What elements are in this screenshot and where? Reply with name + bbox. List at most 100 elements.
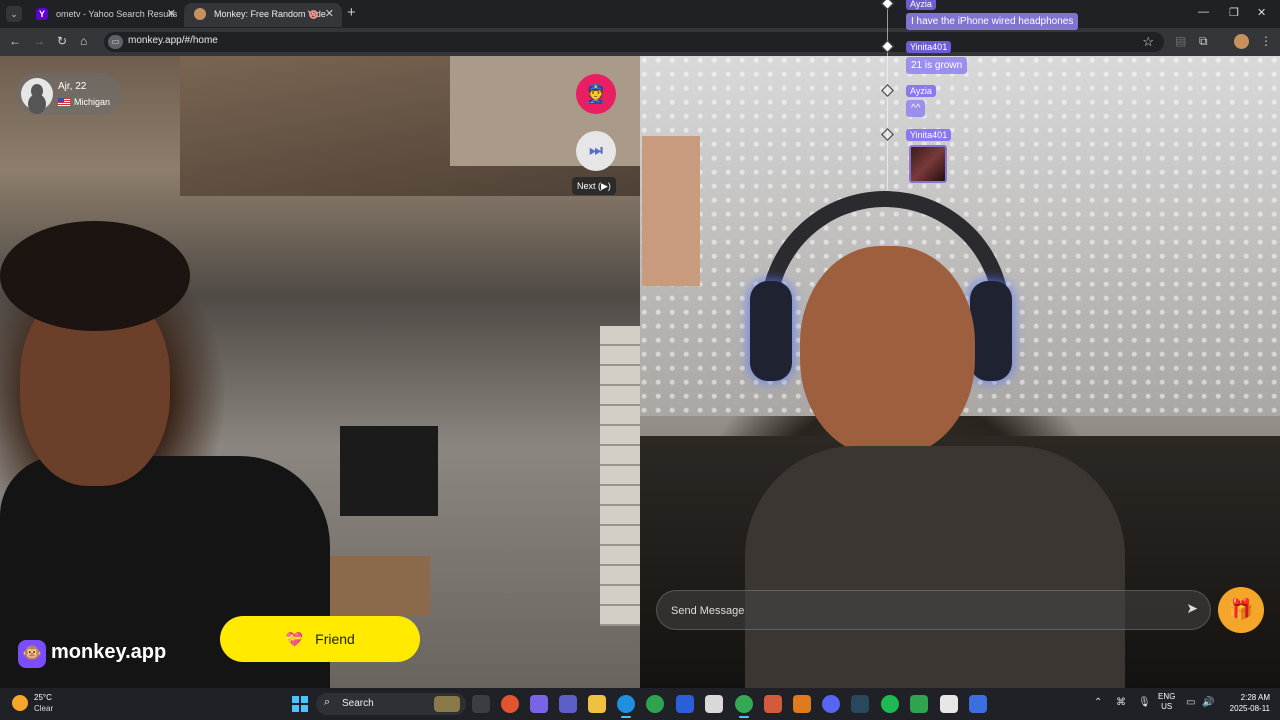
tab-title: ometv - Yahoo Search Results [56,9,178,19]
yahoo-favicon-icon: Y [36,8,48,20]
copilot-icon[interactable] [530,695,548,713]
tray-overflow-icon[interactable]: ⌃ [1094,697,1102,708]
search-highlight-icon [434,696,460,712]
caller-name: Ajr, 22 [58,81,87,92]
brick-wall-shape [600,326,640,626]
bookmark-star-icon[interactable]: ☆ [1142,34,1154,50]
chat-author: Yinita401 [906,41,952,53]
system-clock[interactable]: 2:28 AM 2025-08-11 [1222,692,1270,714]
reload-icon[interactable]: ↻ [57,34,67,48]
discord-icon[interactable] [822,695,840,713]
hair-shape [0,221,190,331]
app-orange-icon[interactable] [764,695,782,713]
recording-indicator-icon [309,10,318,19]
close-window-icon[interactable]: ✕ [1257,6,1266,19]
spotify-icon[interactable] [881,695,899,713]
network-icon[interactable]: ▭ [1186,697,1195,708]
chat-author: Ayzia [906,85,936,97]
back-icon[interactable]: ← [9,34,21,48]
app-red-icon[interactable] [501,695,519,713]
monkey-logo-icon: 🐵 [18,640,46,668]
stranger-video-feed [0,56,640,688]
app-green-icon[interactable] [646,695,664,713]
language-code: ENG [1158,692,1176,701]
chat-message: 21 is grown [906,57,968,74]
caller-avatar[interactable] [21,78,53,110]
taskbar-search-label: Search [342,698,374,709]
clock-date: 2025-08-11 [1229,704,1270,713]
poster-shape [642,136,700,286]
site-info-icon[interactable]: ▭ [108,35,123,49]
weather-temperature: 25°C [34,693,52,702]
language-indicator[interactable]: ENG US [1158,692,1175,712]
gift-button[interactable]: 🎁 [1218,587,1264,633]
edge-icon[interactable] [617,695,635,718]
browser-toolbar: ← → ↻ ⌂ ▭ monkey.app/#/home ☆ ▤ ⧉ ⋮ [0,28,1280,56]
close-tab-icon[interactable]: ✕ [167,3,176,25]
region-code: US [1161,702,1173,711]
message-input[interactable] [671,601,1151,621]
store-icon[interactable] [705,695,723,713]
chat-message: ^^ [906,100,926,117]
windows-taskbar: 25°C Clear ⌕ Search ⌃ ⌘ 🎙 ENG US ▭ 🔊 2:2… [0,688,1280,720]
start-button[interactable] [292,696,308,712]
teams-icon[interactable] [559,695,577,713]
app-square-icon[interactable] [969,695,987,713]
friend-button[interactable]: 💝 Friend [220,616,420,662]
microphone-icon[interactable]: 🎙 [1138,697,1151,708]
police-officer-icon: 👮 [584,84,608,104]
vlc-icon[interactable] [793,695,811,713]
browser-tab-bar: ⌄ Y ometv - Yahoo Search Results ✕ Monke… [0,0,1280,28]
restore-icon[interactable]: ❐ [1229,6,1239,19]
capcut-icon[interactable] [940,695,958,713]
next-button[interactable]: ⏭ [576,131,616,171]
caller-info-chip[interactable]: Ajr, 22 Michigan [16,73,122,115]
headphone-cup-shape [750,281,792,381]
app-teal-icon[interactable] [910,695,928,713]
weather-moon-icon [12,695,28,711]
tab-monkey-app[interactable]: Monkey: Free Random Vide ✕ [184,3,342,27]
close-tab-icon[interactable]: ✕ [325,3,334,25]
report-button[interactable]: 👮 [576,74,616,114]
send-icon[interactable]: ➤ [1186,600,1198,617]
app-blue-icon[interactable] [676,695,694,713]
new-tab-button[interactable]: + [347,4,356,21]
home-icon[interactable]: ⌂ [80,34,87,48]
reading-list-icon[interactable]: ▤ [1175,34,1186,48]
tray-app-icon[interactable]: ⌘ [1116,697,1126,708]
tab-yahoo-search[interactable]: Y ometv - Yahoo Search Results ✕ [26,3,184,27]
tv-shape [340,426,438,516]
address-bar[interactable]: ▭ monkey.app/#/home ☆ [104,32,1164,52]
chat-message: I have the iPhone wired headphones [906,13,1079,30]
profile-avatar[interactable] [1234,34,1249,49]
tab-search-button[interactable]: ⌄ [6,6,22,22]
person-shape [745,446,1125,688]
message-composer[interactable]: ➤ [656,590,1211,630]
brand-name: monkey.app [51,641,167,663]
chat-author: Yinita401 [906,129,952,141]
chat-photo-message[interactable] [909,145,947,183]
chat-author: Ayzia [906,0,936,10]
task-view-icon[interactable] [472,695,490,713]
url-text[interactable]: monkey.app/#/home [128,35,218,46]
extensions-icon[interactable]: ⧉ [1199,34,1208,49]
volume-icon[interactable]: 🔊 [1202,697,1214,708]
gift-icon: 🎁 [1228,599,1254,621]
file-explorer-icon[interactable] [588,695,606,713]
minimize-icon[interactable]: — [1198,6,1209,18]
caller-location: Michigan [74,97,111,107]
next-tooltip: Next (▶) [572,177,616,195]
weather-condition: Clear [34,704,54,713]
monkey-favicon-icon [194,8,206,20]
forward-icon[interactable]: → [33,34,45,48]
steam-icon[interactable] [851,695,869,713]
chrome-icon[interactable] [735,695,753,718]
fast-forward-icon: ⏭ [589,142,603,159]
taskbar-search[interactable]: ⌕ Search [316,693,466,715]
us-flag-icon [58,98,70,106]
browser-menu-icon[interactable]: ⋮ [1260,34,1272,48]
headphone-cup-shape [970,281,1012,381]
friend-button-label: Friend [315,631,355,647]
clock-time: 2:28 AM [1240,693,1270,702]
face-shape [800,246,975,456]
